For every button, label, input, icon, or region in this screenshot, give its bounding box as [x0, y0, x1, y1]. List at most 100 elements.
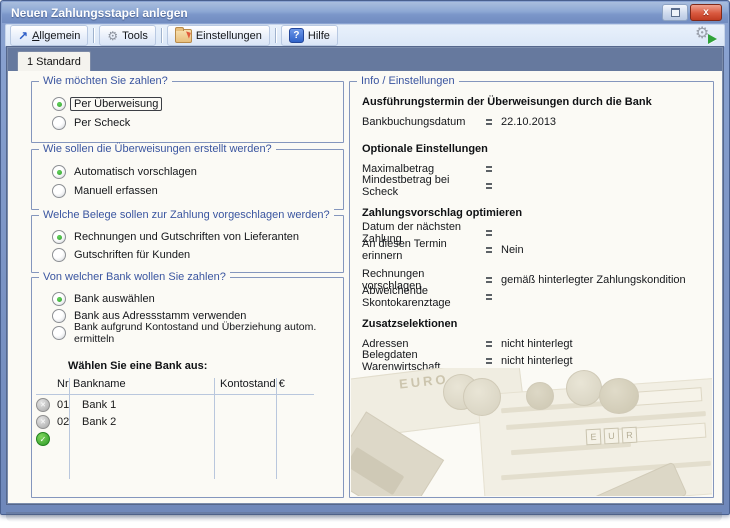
row-value: gemäß hinterlegter Zahlungskondition	[501, 274, 686, 286]
form-line	[501, 461, 711, 481]
equals-icon	[486, 119, 492, 125]
circle-x-icon	[36, 415, 50, 429]
radio-icon	[52, 230, 66, 244]
allgemein-button[interactable]: ↗ Allgemein	[10, 25, 88, 46]
table-header-line	[36, 394, 314, 395]
tools-label: Tools	[122, 30, 148, 42]
bank-row-new[interactable]	[36, 431, 335, 447]
restore-button[interactable]	[662, 4, 688, 21]
row-value: nicht hinterlegt	[501, 355, 573, 367]
info-panel: Info / Einstellungen Ausführungstermin d…	[349, 81, 714, 498]
toolbar-separator	[161, 28, 162, 43]
dialog-window: Neuen Zahlungsstapel anlegen x ↗ Allgeme…	[0, 0, 730, 515]
row-value: Nein	[501, 244, 524, 256]
group-title: Wie sollen die Überweisungen erstellt we…	[39, 143, 276, 155]
restore-icon	[671, 8, 680, 17]
bank-table-caption: Wählen Sie eine Bank aus:	[68, 360, 207, 372]
form-box	[620, 387, 703, 407]
form-line	[511, 442, 631, 455]
row-label: Mindestbetrag bei Scheck	[362, 174, 486, 198]
folder-settings-icon	[175, 29, 192, 43]
row-label: Bankbuchungsdatum	[362, 116, 486, 128]
radio-icon	[52, 184, 66, 198]
eur-letter: U	[604, 428, 620, 445]
info-row: Belegdaten Warenwirtschaft nicht hinterl…	[362, 352, 705, 369]
group-document-types: Welche Belege sollen zur Zahlung vorgesc…	[31, 215, 344, 273]
radio-label: Rechnungen und Gutschriften von Lieferan…	[74, 231, 299, 243]
radio-icon	[52, 292, 66, 306]
group-payment-method: Wie möchten Sie zahlen? Per Überweisung …	[31, 81, 344, 143]
group-title: Wie möchten Sie zahlen?	[39, 75, 172, 87]
circle-check-icon	[36, 432, 50, 446]
section-heading: Zahlungsvorschlag optimieren	[362, 207, 705, 219]
tools-button[interactable]: ⚙ Tools	[99, 25, 155, 46]
radio-icon	[52, 97, 66, 111]
radio-gutschriften-kunden[interactable]: Gutschriften für Kunden	[52, 247, 190, 263]
eur-letter: R	[622, 427, 638, 444]
radio-label: Manuell erfassen	[74, 185, 158, 197]
section-heading: Ausführungstermin der Überweisungen durc…	[362, 96, 705, 108]
equals-icon	[486, 341, 492, 347]
tab-standard[interactable]: 1 Standard	[17, 51, 91, 71]
circle-x-icon	[36, 398, 50, 412]
column-nr: Nr	[57, 378, 69, 390]
bank-table-header: Nr Bankname Kontostand €	[36, 378, 335, 393]
cell-bankname: Bank 2	[82, 416, 116, 428]
tab-container: 1 Standard Wie möchten Sie zahlen? Per Ü…	[6, 46, 724, 505]
calculator-shape	[351, 411, 444, 496]
radio-bank-auswaehlen[interactable]: Bank auswählen	[52, 291, 155, 307]
equals-icon	[486, 358, 492, 364]
cell-nr: 01	[57, 399, 72, 411]
radio-icon	[52, 248, 66, 262]
toolbar: ↗ Allgemein ⚙ Tools Einstellungen ? Hilf…	[5, 24, 725, 47]
coin-shape	[599, 378, 639, 414]
bank-row-2[interactable]: 02 Bank 2	[36, 414, 335, 430]
equals-icon	[486, 183, 492, 189]
radio-label: Per Scheck	[74, 117, 130, 129]
gears-icon: ⚙	[107, 30, 118, 42]
window-drop-shadow	[6, 512, 722, 522]
info-row: Bankbuchungsdatum 22.10.2013	[362, 113, 705, 130]
form-line	[501, 396, 681, 414]
money-watermark-image: EURO E U R	[351, 368, 712, 496]
group-bank-selection: Von welcher Bank wollen Sie zahlen? Bank…	[31, 277, 344, 498]
coin-shape	[463, 378, 501, 416]
hilfe-button[interactable]: ? Hilfe	[281, 25, 338, 46]
column-bankname: Bankname	[73, 378, 126, 390]
row-value: nicht hinterlegt	[501, 338, 573, 350]
close-icon: x	[703, 7, 709, 18]
einstellungen-button[interactable]: Einstellungen	[167, 25, 270, 46]
radio-automatisch[interactable]: Automatisch vorschlagen	[52, 164, 197, 180]
einstellungen-label: Einstellungen	[196, 30, 262, 42]
radio-label: Automatisch vorschlagen	[74, 166, 197, 178]
radio-label: Per Überweisung	[70, 97, 162, 111]
equals-icon	[486, 247, 492, 253]
calculator-keys	[351, 447, 404, 495]
title-bar[interactable]: Neuen Zahlungsstapel anlegen x	[2, 2, 728, 23]
info-section-zahlungsvorschlag: Zahlungsvorschlag optimieren Datum der n…	[362, 207, 705, 305]
gear-run-button[interactable]: ⚙	[695, 25, 715, 43]
group-creation-mode: Wie sollen die Überweisungen erstellt we…	[31, 149, 344, 210]
section-heading: Optionale Einstellungen	[362, 143, 705, 155]
row-label: An diesen Termin erinnern	[362, 238, 486, 262]
toolbar-separator	[93, 28, 94, 43]
radio-rechnungen-lieferanten[interactable]: Rechnungen und Gutschriften von Lieferan…	[52, 229, 299, 245]
info-section-ausfuehrungstermin: Ausführungstermin der Überweisungen durc…	[362, 96, 705, 130]
radio-icon	[52, 165, 66, 179]
radio-manuell[interactable]: Manuell erfassen	[52, 183, 158, 199]
radio-label: Bank aufgrund Kontostand und Überziehung…	[74, 321, 343, 345]
eur-boxes: E U R	[586, 427, 638, 446]
pen-shape	[592, 462, 687, 496]
info-section-optionale: Optionale Einstellungen Maximalbetrag Mi…	[362, 143, 705, 194]
radio-per-ueberweisung[interactable]: Per Überweisung	[52, 96, 162, 112]
row-label: Abweichende Skontokarenztage	[362, 285, 486, 309]
radio-bank-automatisch[interactable]: Bank aufgrund Kontostand und Überziehung…	[52, 325, 343, 341]
close-button[interactable]: x	[690, 4, 722, 21]
info-section-zusatzselektionen: Zusatzselektionen Adressen nicht hinterl…	[362, 318, 705, 369]
green-arrow-icon	[708, 34, 717, 44]
bank-row-1[interactable]: 01 Bank 1	[36, 397, 335, 413]
bank-table: Nr Bankname Kontostand € 01 Bank 1	[36, 378, 335, 489]
radio-per-scheck[interactable]: Per Scheck	[52, 115, 130, 131]
form-box	[608, 423, 707, 445]
row-value: 22.10.2013	[501, 116, 556, 128]
